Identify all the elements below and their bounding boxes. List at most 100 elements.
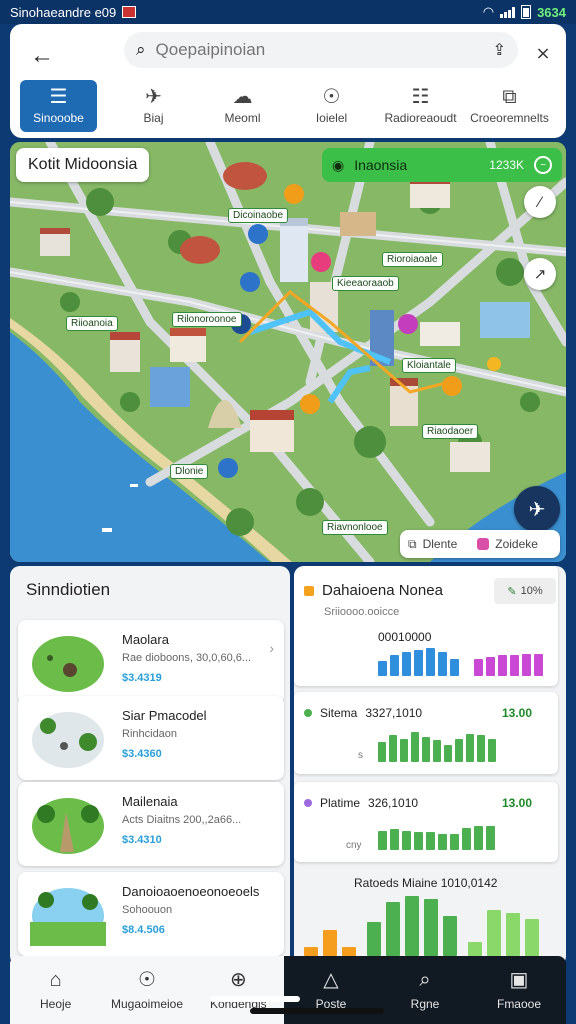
- chart-bar: [402, 831, 411, 850]
- search-input[interactable]: [155, 40, 456, 60]
- chart-bar: [378, 661, 387, 676]
- share-button[interactable]: ⨯: [528, 38, 558, 68]
- place-thumbnail: [32, 636, 104, 692]
- chart-bar: [506, 913, 520, 956]
- signal-icon: [500, 6, 516, 18]
- navigation-icon: ✈: [528, 498, 546, 521]
- place-name: Mailenaia: [122, 794, 178, 809]
- place-price: $8.4.506: [122, 924, 165, 936]
- chevron-right-icon: ›: [269, 640, 274, 656]
- place-card[interactable]: Siar Pmacodel Rinhcidaon $3.4360: [18, 696, 284, 780]
- pencil-icon: ✎: [507, 585, 517, 598]
- list-icon: ☰: [49, 86, 68, 108]
- map-label[interactable]: Kieeaoraaob: [332, 276, 399, 291]
- region-chip[interactable]: ◉ Inaonsia 1233K −: [322, 148, 562, 182]
- place-card[interactable]: Danoioaoenoeonoeoels Sohoouon $8.4.506: [18, 872, 284, 956]
- percent-badge[interactable]: ✎ 10%: [494, 578, 556, 604]
- tab-flights[interactable]: ✈ Biaj: [109, 80, 198, 132]
- map-label[interactable]: Riioanoia: [66, 316, 118, 331]
- search-icon: ⌕: [419, 969, 431, 991]
- map-illustration: [10, 142, 566, 562]
- chart-bar: [486, 826, 495, 850]
- scan-icon[interactable]: ⇪: [493, 40, 506, 60]
- value-line: 00010000: [378, 630, 432, 644]
- metric-code: 3327,1010: [365, 706, 423, 720]
- edit-button[interactable]: ∕: [524, 186, 556, 218]
- back-button[interactable]: ←: [24, 38, 60, 74]
- metric-code: 326,1010: [368, 796, 419, 810]
- chart-bar: [414, 650, 423, 676]
- status-bar: Sinohaeandre e09 ◠ 3634: [0, 0, 576, 24]
- chart-bar: [522, 654, 531, 676]
- chart-bar: [422, 737, 430, 762]
- place-desc: Acts Diaitns 200,,2a66...: [122, 814, 242, 826]
- nav-label: Rgne: [410, 997, 440, 1011]
- home-indicator-dark: [250, 1008, 384, 1014]
- navigate-button[interactable]: ✈: [514, 486, 560, 532]
- search-bar[interactable]: ⌕ ⇪: [124, 32, 518, 68]
- chart-bar: [433, 740, 441, 762]
- map-label[interactable]: Kloiantale: [402, 358, 456, 373]
- nav-search[interactable]: ⌕ Rgne: [378, 956, 472, 1024]
- place-desc: Rae dioboons, 30,0,60,6...: [122, 652, 252, 664]
- place-name: Siar Pmacodel: [122, 708, 207, 723]
- tab-list[interactable]: ☰ Sinooobe: [20, 80, 97, 132]
- tab-label: Croeoremnelts: [470, 111, 549, 125]
- metric-name: Platime: [320, 796, 361, 810]
- battery-icon: [521, 5, 532, 19]
- chart-bar: [474, 659, 483, 676]
- tab-reports[interactable]: ☷ Radioreaoudt: [376, 80, 465, 132]
- chart-bar: [323, 930, 337, 956]
- metric-name: Sitema: [320, 706, 358, 720]
- legend-swatch: [477, 538, 490, 550]
- pencil-icon: ∕: [538, 193, 542, 211]
- map-label[interactable]: Dlonie: [170, 464, 209, 479]
- city-map[interactable]: Kotit Midoonsia ◉ Inaonsia 1233K − ∕ ↗ ✈…: [10, 142, 566, 562]
- chart-bar: [443, 916, 457, 956]
- metric-label: Sitema 3327,1010: [304, 706, 422, 720]
- nav-explore[interactable]: ☉ Mugaoimeioe: [101, 956, 192, 1024]
- chart-bar: [474, 826, 483, 850]
- tab-weather[interactable]: ☁ Meoml: [198, 80, 287, 132]
- map-label[interactable]: Dicoinaobe: [228, 208, 289, 223]
- chart-bar: [389, 735, 397, 762]
- document-icon: ☷: [411, 86, 430, 108]
- chart-bar: [342, 947, 356, 956]
- map-label[interactable]: Riavnonlooe: [322, 520, 388, 535]
- chart-bar: [386, 902, 400, 956]
- map-label[interactable]: Rilonoroonoe: [172, 312, 242, 327]
- map-label[interactable]: Rioroiaoale: [382, 252, 443, 267]
- wifi-icon: ◠: [482, 4, 495, 19]
- metric-dot: [304, 799, 312, 807]
- tab-measurements[interactable]: ⧉ Croeoremnelts: [465, 80, 554, 132]
- nav-home[interactable]: ⌂ Heoje: [10, 956, 101, 1024]
- place-card[interactable]: Maolara Rae dioboons, 30,0,60,6... $3.43…: [18, 620, 284, 704]
- chart-bar: [468, 942, 482, 956]
- close-icon[interactable]: −: [534, 156, 552, 174]
- map-label[interactable]: Riaodaoer: [422, 424, 479, 439]
- chart-bar: [534, 654, 543, 676]
- triangle-icon: △: [323, 969, 339, 991]
- summary-title: Ratoeds Miaine 1010,0142: [354, 876, 498, 890]
- chart-bar: [414, 832, 423, 850]
- flag-icon: [122, 6, 137, 18]
- ruler-icon: ↗: [533, 266, 547, 283]
- map-title: Kotit Midoonsia: [16, 148, 150, 182]
- pin-icon: [304, 585, 314, 596]
- axis-label: s: [358, 750, 363, 761]
- app-header: ← ⌕ ⇪ ⨯ ☰ Sinooobe ✈ Biaj ☁ Meoml ☉ Ioie…: [10, 24, 566, 138]
- tab-explore[interactable]: ☉ Ioielel: [287, 80, 376, 132]
- stats-title-text: Dahaioena Nonea: [322, 582, 443, 599]
- place-price: $3.4319: [122, 672, 162, 684]
- nav-label: Heoje: [39, 997, 72, 1011]
- chart-bar: [426, 648, 435, 676]
- layers-icon: ⧉: [408, 536, 417, 551]
- nav-inbox[interactable]: ▣ Fmaooe: [472, 956, 566, 1024]
- measure-button[interactable]: ↗: [524, 258, 556, 290]
- chart-bar: [411, 732, 419, 762]
- legend-item: Zoideke: [495, 537, 538, 551]
- place-thumbnail: [32, 798, 104, 854]
- place-card[interactable]: Mailenaia Acts Diaitns 200,,2a66... $3.4…: [18, 782, 284, 866]
- share-icon: ⨯: [535, 42, 551, 63]
- chart-bar: [450, 659, 459, 676]
